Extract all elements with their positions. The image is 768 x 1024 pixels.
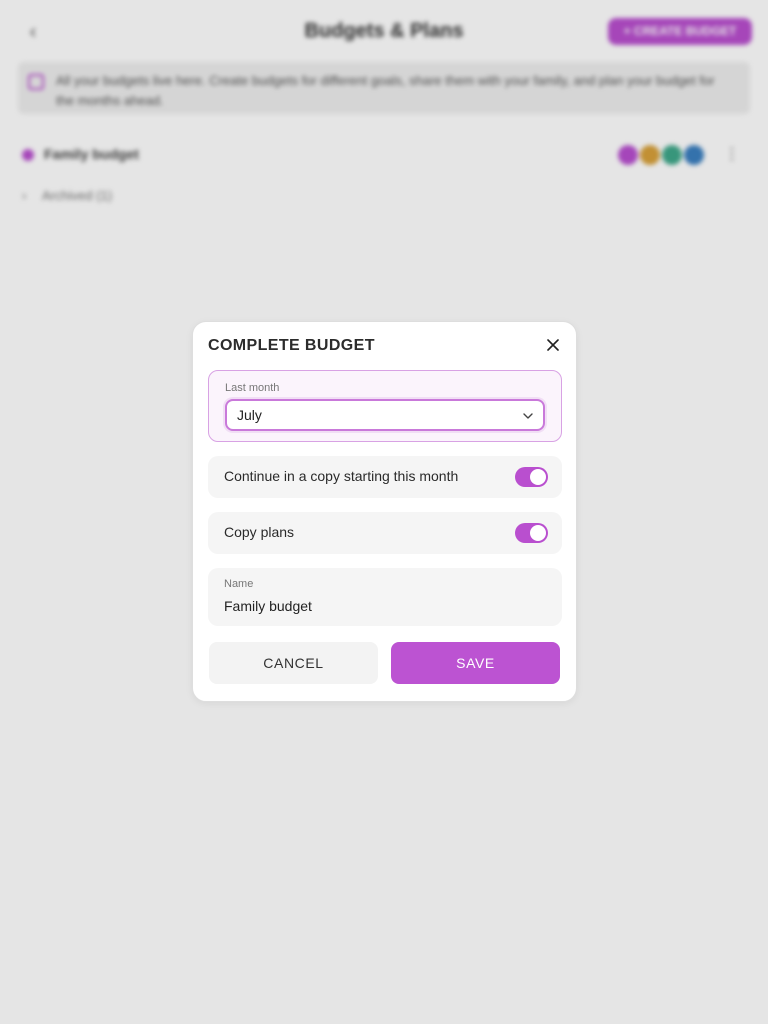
close-icon [547,339,559,351]
save-button[interactable]: SAVE [391,642,560,684]
last-month-label: Last month [225,382,280,394]
last-month-value: July [237,407,262,423]
copy-plans-toggle-row[interactable]: Copy plans [208,512,562,554]
continue-copy-label: Continue in a copy starting this month [224,468,459,484]
name-label: Name [224,578,254,590]
switch-knob [530,525,546,541]
continue-copy-toggle-row[interactable]: Continue in a copy starting this month [208,456,562,498]
copy-plans-label: Copy plans [224,524,295,540]
chevron-down-icon [523,413,533,419]
continue-copy-switch[interactable] [515,467,548,487]
cancel-button[interactable]: CANCEL [209,642,378,684]
last-month-select[interactable]: July [225,399,545,431]
copy-plans-switch[interactable] [515,523,548,543]
complete-budget-dialog: COMPLETE BUDGET Last month July Continue… [192,321,577,702]
dialog-title: COMPLETE BUDGET [208,337,375,354]
close-button[interactable] [540,332,566,358]
last-month-card: Last month July [208,370,562,442]
name-input[interactable] [224,595,544,617]
app-root: ‹ Budgets & Plans + CREATE BUDGET All yo… [0,0,768,1024]
switch-knob [530,469,546,485]
name-field: Name [208,568,562,626]
